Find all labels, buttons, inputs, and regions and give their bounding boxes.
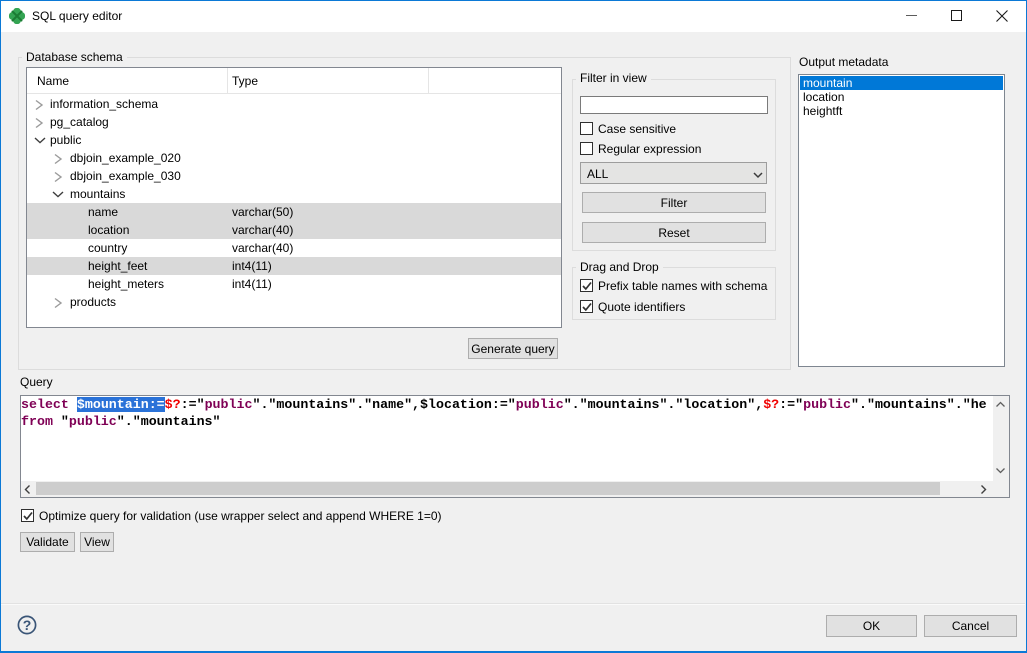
svg-text:?: ? [23, 617, 32, 633]
